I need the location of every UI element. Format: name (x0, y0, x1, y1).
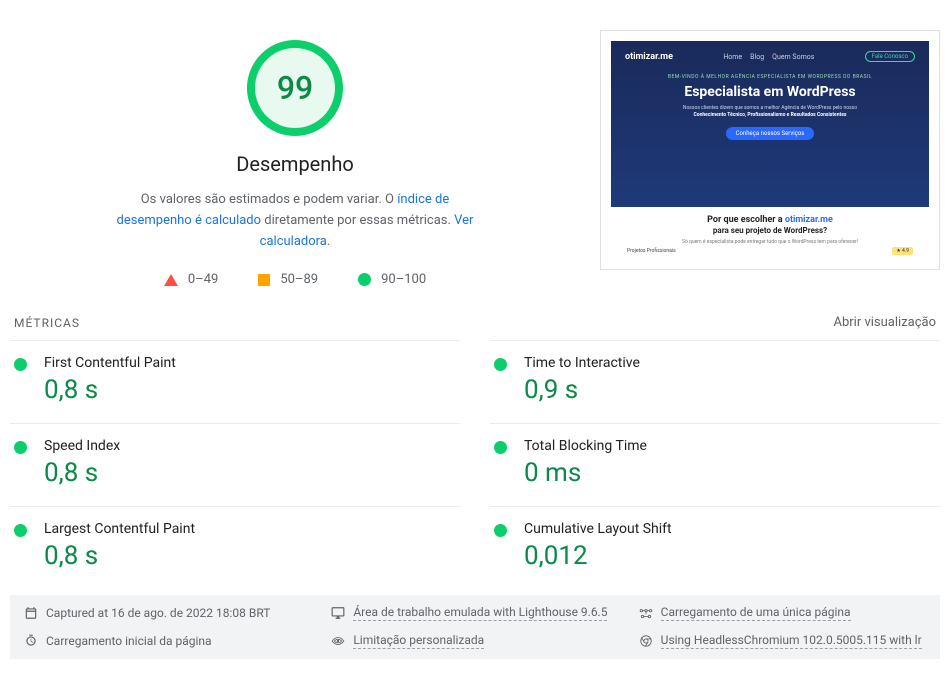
metric-name: First Contentful Paint (44, 355, 456, 371)
metric-name: Time to Interactive (524, 355, 936, 371)
metrics-header: MÉTRICAS Abrir visualização (0, 307, 950, 340)
metric-name: Total Blocking Time (524, 438, 936, 454)
footer-device[interactable]: Área de trabalho emulada with Lighthouse… (331, 605, 618, 621)
run-settings-footer: Captured at 16 de ago. de 2022 18:08 BRT… (10, 595, 940, 659)
metric-cls[interactable]: Cumulative Layout Shift 0,012 (490, 506, 940, 589)
footer-initial-load: Carregamento inicial da página (24, 633, 311, 649)
metric-tbt[interactable]: Total Blocking Time 0 ms (490, 423, 940, 506)
performance-gauge-column: 99 Desempenho Os valores são estimados e… (10, 30, 580, 287)
legend-good: 90–100 (358, 272, 426, 287)
gauge-description: Os valores são estimados e podem variar.… (105, 190, 485, 252)
metric-fcp[interactable]: First Contentful Paint 0,8 s (10, 340, 460, 423)
metric-speed-index[interactable]: Speed Index 0,8 s (10, 423, 460, 506)
chrome-icon (639, 634, 653, 648)
open-visualization-link[interactable]: Abrir visualização (833, 315, 936, 330)
legend-good-label: 90–100 (381, 272, 426, 287)
circle-green-icon (494, 441, 507, 454)
desktop-icon (331, 606, 345, 620)
thumbnail-badge: ★ 4.9 (892, 247, 913, 255)
metric-value: 0,8 s (44, 541, 456, 571)
footer-browser-text: Using HeadlessChromium 102.0.5005.115 wi… (661, 633, 922, 649)
legend-avg-label: 50–89 (280, 272, 318, 287)
thumb-h2-prefix: Por que escolher a (707, 215, 785, 225)
thumb-nav-about: Quem Somos (772, 53, 814, 61)
metric-lcp[interactable]: Largest Contentful Paint 0,8 s (10, 506, 460, 589)
thumbnail-h3: para seu projeto de WordPress? (625, 226, 915, 235)
thumb-badge-val: 4.9 (902, 248, 909, 254)
page-screenshot-thumbnail[interactable]: otimizar.me Home Blog Quem Somos Fale Co… (600, 30, 940, 270)
footer-throttle-text: Limitação personalizada (353, 633, 484, 649)
thumb-h2-accent: otimizar.me (785, 215, 833, 225)
legend-bad-label: 0–49 (188, 272, 218, 287)
legend-average: 50–89 (258, 272, 318, 287)
circle-green-icon (14, 441, 27, 454)
performance-gauge: 99 (245, 38, 345, 138)
summary-section: 99 Desempenho Os valores são estimados e… (0, 0, 950, 307)
circle-green-icon (14, 524, 27, 537)
circle-green-icon (494, 524, 507, 537)
gauge-desc-text2: diretamente por essas métricas. (261, 213, 454, 228)
metric-name: Largest Contentful Paint (44, 521, 456, 537)
triangle-red-icon (164, 274, 178, 286)
square-orange-icon (258, 274, 270, 286)
gauge-title: Desempenho (236, 152, 354, 176)
metric-tti[interactable]: Time to Interactive 0,9 s (490, 340, 940, 423)
calendar-icon (24, 606, 38, 620)
signal-icon (331, 634, 345, 648)
thumbnail-brand: otimizar.me (625, 52, 673, 62)
circle-green-icon (358, 273, 371, 286)
legend-bad: 0–49 (164, 272, 218, 287)
stopwatch-icon (24, 634, 38, 648)
thumbnail-sub: Nossos clientes dizem que somos a melhor… (670, 105, 870, 119)
thumbnail-footer-row: Projetos Profissionais ★ 4.9 (625, 245, 915, 255)
metric-value: 0 ms (524, 458, 936, 488)
thumbnail-kicker: BEM-VINDO À MELHOR AGÊNCIA ESPECIALISTA … (625, 74, 915, 80)
thumbnail-lower: Por que escolher a otimizar.me para seu … (611, 207, 929, 259)
footer-throttle[interactable]: Limitação personalizada (331, 633, 618, 649)
thumb-nav-home: Home (723, 53, 742, 61)
metric-value: 0,012 (524, 541, 936, 571)
metrics-title: MÉTRICAS (14, 316, 80, 330)
gauge-desc-suffix: . (327, 234, 330, 249)
thumb-nav-blog: Blog (750, 53, 764, 61)
metric-name: Speed Index (44, 438, 456, 454)
footer-loadtype[interactable]: Carregamento de uma única página (639, 605, 926, 621)
thumbnail-cta-top: Fale Conosco (865, 51, 915, 62)
thumbnail-h2: Por que escolher a otimizar.me (625, 215, 915, 225)
footer-captured: Captured at 16 de ago. de 2022 18:08 BRT (24, 605, 311, 621)
metric-value: 0,8 s (44, 375, 456, 405)
network-icon (639, 606, 653, 620)
performance-score: 99 (245, 38, 345, 138)
footer-captured-text: Captured at 16 de ago. de 2022 18:08 BRT (46, 606, 270, 620)
thumbnail-content: otimizar.me Home Blog Quem Somos Fale Co… (611, 41, 929, 259)
metric-value: 0,8 s (44, 458, 456, 488)
thumb-lower-left: Projetos Profissionais (627, 248, 676, 254)
thumbnail-headline: Especialista em WordPress (625, 84, 915, 100)
thumb-sub-bold: Conhecimento Técnico, Profissionalismo e… (693, 112, 846, 118)
metric-value: 0,9 s (524, 375, 936, 405)
gauge-desc-text: Os valores são estimados e podem variar.… (141, 192, 397, 207)
thumb-sub-prefix: Nossos clientes dizem que somos a melhor… (683, 105, 857, 111)
circle-green-icon (494, 358, 507, 371)
footer-initial-text: Carregamento inicial da página (46, 634, 212, 648)
footer-loadtype-text: Carregamento de uma única página (661, 605, 851, 621)
thumbnail-btn: Conheça nossos Serviços (726, 127, 815, 140)
metrics-grid: First Contentful Paint 0,8 s Time to Int… (0, 340, 950, 589)
thumbnail-nav-links: Home Blog Quem Somos (723, 53, 814, 61)
metric-name: Cumulative Layout Shift (524, 521, 936, 537)
footer-device-text: Área de trabalho emulada with Lighthouse… (353, 605, 607, 621)
thumbnail-nav: otimizar.me Home Blog Quem Somos Fale Co… (625, 51, 915, 62)
footer-browser[interactable]: Using HeadlessChromium 102.0.5005.115 wi… (639, 633, 926, 649)
circle-green-icon (14, 358, 27, 371)
score-legend: 0–49 50–89 90–100 (164, 272, 426, 287)
thumbnail-hero: otimizar.me Home Blog Quem Somos Fale Co… (611, 41, 929, 207)
